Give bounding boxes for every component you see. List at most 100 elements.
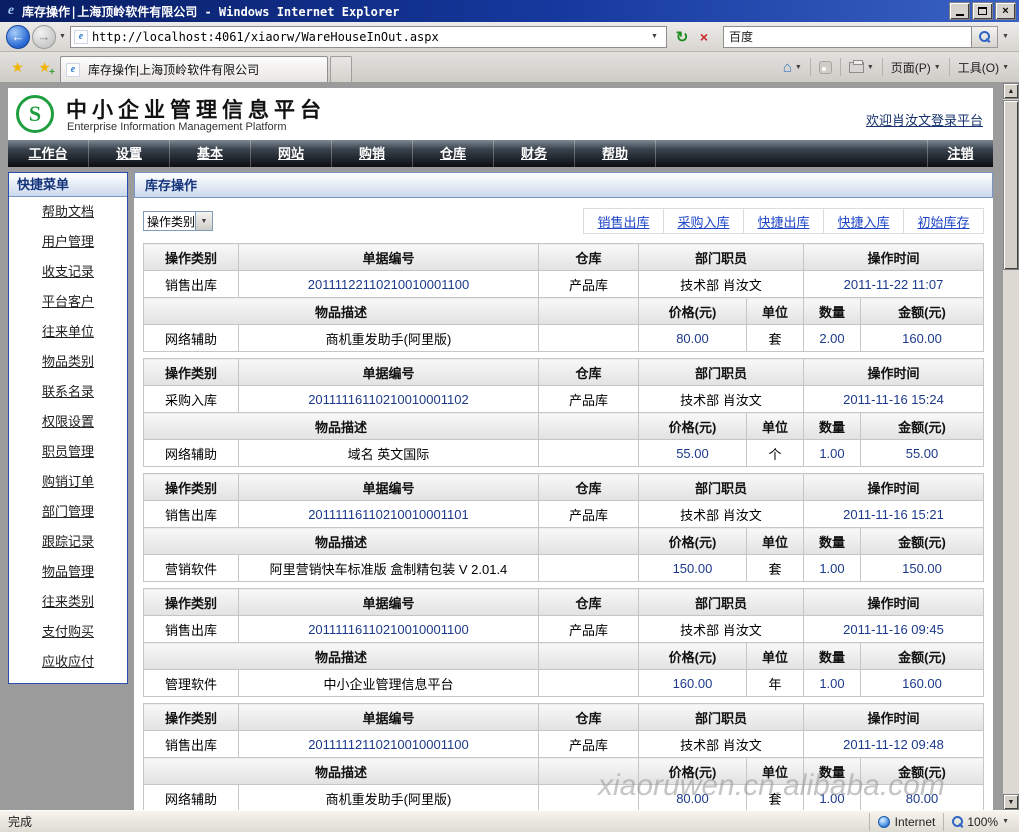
sidebar-item-platform-clients[interactable]: 平台客户 — [9, 287, 127, 317]
record-doc-no: 20111116110210010001101 — [238, 501, 538, 528]
minimize-button[interactable] — [949, 2, 970, 20]
search-input[interactable]: 百度 — [723, 26, 972, 48]
item-description: 中小企业管理信息平台 — [238, 670, 538, 697]
page-favicon-icon: e — [74, 30, 88, 44]
sidebar-item-tracking[interactable]: 跟踪记录 — [9, 527, 127, 557]
detail-header-spacer — [538, 528, 638, 555]
detail-header-spacer — [538, 413, 638, 440]
record-header-row: 操作类别 单据编号 仓库 部门职员 操作时间 — [143, 589, 983, 616]
detail-header-price: 价格(元) — [638, 413, 746, 440]
refresh-button[interactable]: ↻ — [671, 26, 693, 48]
sidebar-item-receivable-payable[interactable]: 应收应付 — [9, 647, 127, 677]
ie-logo-icon: e — [3, 3, 19, 19]
detail-header-unit: 单位 — [746, 413, 803, 440]
favorites-center-button[interactable]: ★ — [5, 55, 30, 80]
item-price: 80.00 — [638, 785, 746, 811]
sidebar-item-help-docs[interactable]: 帮助文档 — [9, 197, 127, 227]
detail-header-amount: 金额(元) — [860, 643, 983, 670]
detail-header-amount: 金额(元) — [860, 298, 983, 325]
item-price: 160.00 — [638, 670, 746, 697]
close-button[interactable]: × — [995, 2, 1016, 20]
detail-header-description: 物品描述 — [143, 298, 538, 325]
sidebar-item-contact-list[interactable]: 联系名录 — [9, 377, 127, 407]
tab-inventory[interactable]: e 库存操作|上海顶岭软件有限公司 — [60, 56, 328, 82]
vertical-scrollbar[interactable]: ▲ ▼ — [1003, 83, 1019, 810]
maximize-button[interactable] — [972, 2, 993, 20]
logout-link[interactable]: 注销 — [927, 140, 993, 167]
print-button[interactable]: ▼ — [843, 55, 880, 79]
sidebar-item-item-mgmt[interactable]: 物品管理 — [9, 557, 127, 587]
nav-item-website[interactable]: 网站 — [251, 140, 332, 167]
address-dropdown-button[interactable]: ▼ — [646, 27, 663, 47]
detail-data-row: 管理软件 中小企业管理信息平台 160.00 年 1.00 160.00 — [143, 670, 983, 697]
home-button[interactable]: ⌂▼ — [777, 55, 808, 79]
sales-outbound-link[interactable]: 销售出库 — [597, 212, 649, 231]
feeds-button[interactable] — [813, 55, 838, 79]
tools-menu-button[interactable]: 工具(O)▼ — [952, 55, 1015, 79]
forward-button[interactable]: → — [32, 25, 56, 49]
detail-header-unit: 单位 — [746, 528, 803, 555]
stop-button[interactable]: × — [693, 26, 715, 48]
nav-item-warehouse[interactable]: 仓库 — [413, 140, 494, 167]
sidebar-item-dept-mgmt[interactable]: 部门管理 — [9, 497, 127, 527]
sidebar-item-permissions[interactable]: 权限设置 — [9, 407, 127, 437]
record-warehouse: 产品库 — [538, 271, 638, 298]
quick-outbound-link[interactable]: 快捷出库 — [757, 212, 809, 231]
scroll-down-icon: ▼ — [1008, 799, 1015, 806]
chevron-down-icon: ▼ — [1002, 33, 1009, 40]
new-tab-stub[interactable] — [330, 56, 352, 82]
sidebar-item-payment[interactable]: 支付购买 — [9, 617, 127, 647]
address-input[interactable]: e http://localhost:4061/xiaorw/WareHouse… — [70, 26, 667, 48]
zoom-control[interactable]: 100% ▼ — [943, 813, 1019, 831]
scroll-up-button[interactable]: ▲ — [1003, 83, 1019, 99]
detail-header-price: 价格(元) — [638, 758, 746, 785]
nav-item-basic[interactable]: 基本 — [170, 140, 251, 167]
history-dropdown-button[interactable]: ▼ — [59, 33, 66, 40]
record-staff: 技术部 肖汝文 — [638, 616, 803, 643]
back-button[interactable]: ← — [6, 25, 30, 49]
search-button[interactable] — [972, 26, 998, 48]
records-list: 操作类别 单据编号 仓库 部门职员 操作时间 销售出库 201111221102… — [143, 243, 984, 810]
select-dropdown-button[interactable]: ▼ — [195, 212, 212, 230]
initial-stock-link[interactable]: 初始库存 — [917, 212, 969, 231]
detail-header-qty: 数量 — [803, 643, 860, 670]
item-unit: 套 — [746, 785, 803, 811]
record-header-type: 操作类别 — [143, 474, 238, 501]
record-header-row: 操作类别 单据编号 仓库 部门职员 操作时间 — [143, 474, 983, 501]
status-bar: 完成 Internet 100% ▼ — [0, 810, 1019, 832]
scrollbar-thumb[interactable] — [1003, 100, 1019, 270]
sidebar-item-staff-mgmt[interactable]: 职员管理 — [9, 437, 127, 467]
sidebar-title: 快捷菜单 — [9, 173, 127, 197]
sidebar-item-contact-units[interactable]: 往来单位 — [9, 317, 127, 347]
sidebar-item-contact-category[interactable]: 往来类别 — [9, 587, 127, 617]
page-menu-button[interactable]: 页面(P)▼ — [885, 55, 947, 79]
purchase-inbound-link[interactable]: 采购入库 — [677, 212, 729, 231]
sidebar-item-item-category[interactable]: 物品类别 — [9, 347, 127, 377]
scroll-down-button[interactable]: ▼ — [1003, 794, 1019, 810]
add-favorite-button[interactable]: ★+ — [32, 55, 57, 80]
maximize-icon — [978, 7, 987, 15]
record-warehouse: 产品库 — [538, 501, 638, 528]
detail-header-price: 价格(元) — [638, 528, 746, 555]
sidebar-item-orders[interactable]: 购销订单 — [9, 467, 127, 497]
nav-item-workbench[interactable]: 工作台 — [8, 140, 89, 167]
item-qty: 1.00 — [803, 555, 860, 582]
search-options-button[interactable]: ▼ — [998, 26, 1013, 48]
item-price: 80.00 — [638, 325, 746, 352]
nav-item-settings[interactable]: 设置 — [89, 140, 170, 167]
nav-item-finance[interactable]: 财务 — [494, 140, 575, 167]
sidebar-item-income-expense[interactable]: 收支记录 — [9, 257, 127, 287]
nav-item-purchase-sales[interactable]: 购销 — [332, 140, 413, 167]
web-page: S 中小企业管理信息平台 Enterprise Information Mana… — [0, 83, 1003, 810]
record-warehouse: 产品库 — [538, 616, 638, 643]
minimize-icon — [956, 14, 964, 16]
nav-item-help[interactable]: 帮助 — [575, 140, 656, 167]
operation-type-select[interactable]: 操作类别 ▼ — [143, 211, 213, 231]
quick-inbound-link[interactable]: 快捷入库 — [837, 212, 889, 231]
record-header-doc-no: 单据编号 — [238, 359, 538, 386]
inventory-record-block: 操作类别 单据编号 仓库 部门职员 操作时间 销售出库 201111161102… — [143, 588, 984, 697]
item-unit: 套 — [746, 325, 803, 352]
status-text: 完成 — [0, 813, 869, 830]
sidebar-item-user-mgmt[interactable]: 用户管理 — [9, 227, 127, 257]
welcome-user-link[interactable]: 欢迎肖汝文登录平台 — [866, 110, 983, 129]
